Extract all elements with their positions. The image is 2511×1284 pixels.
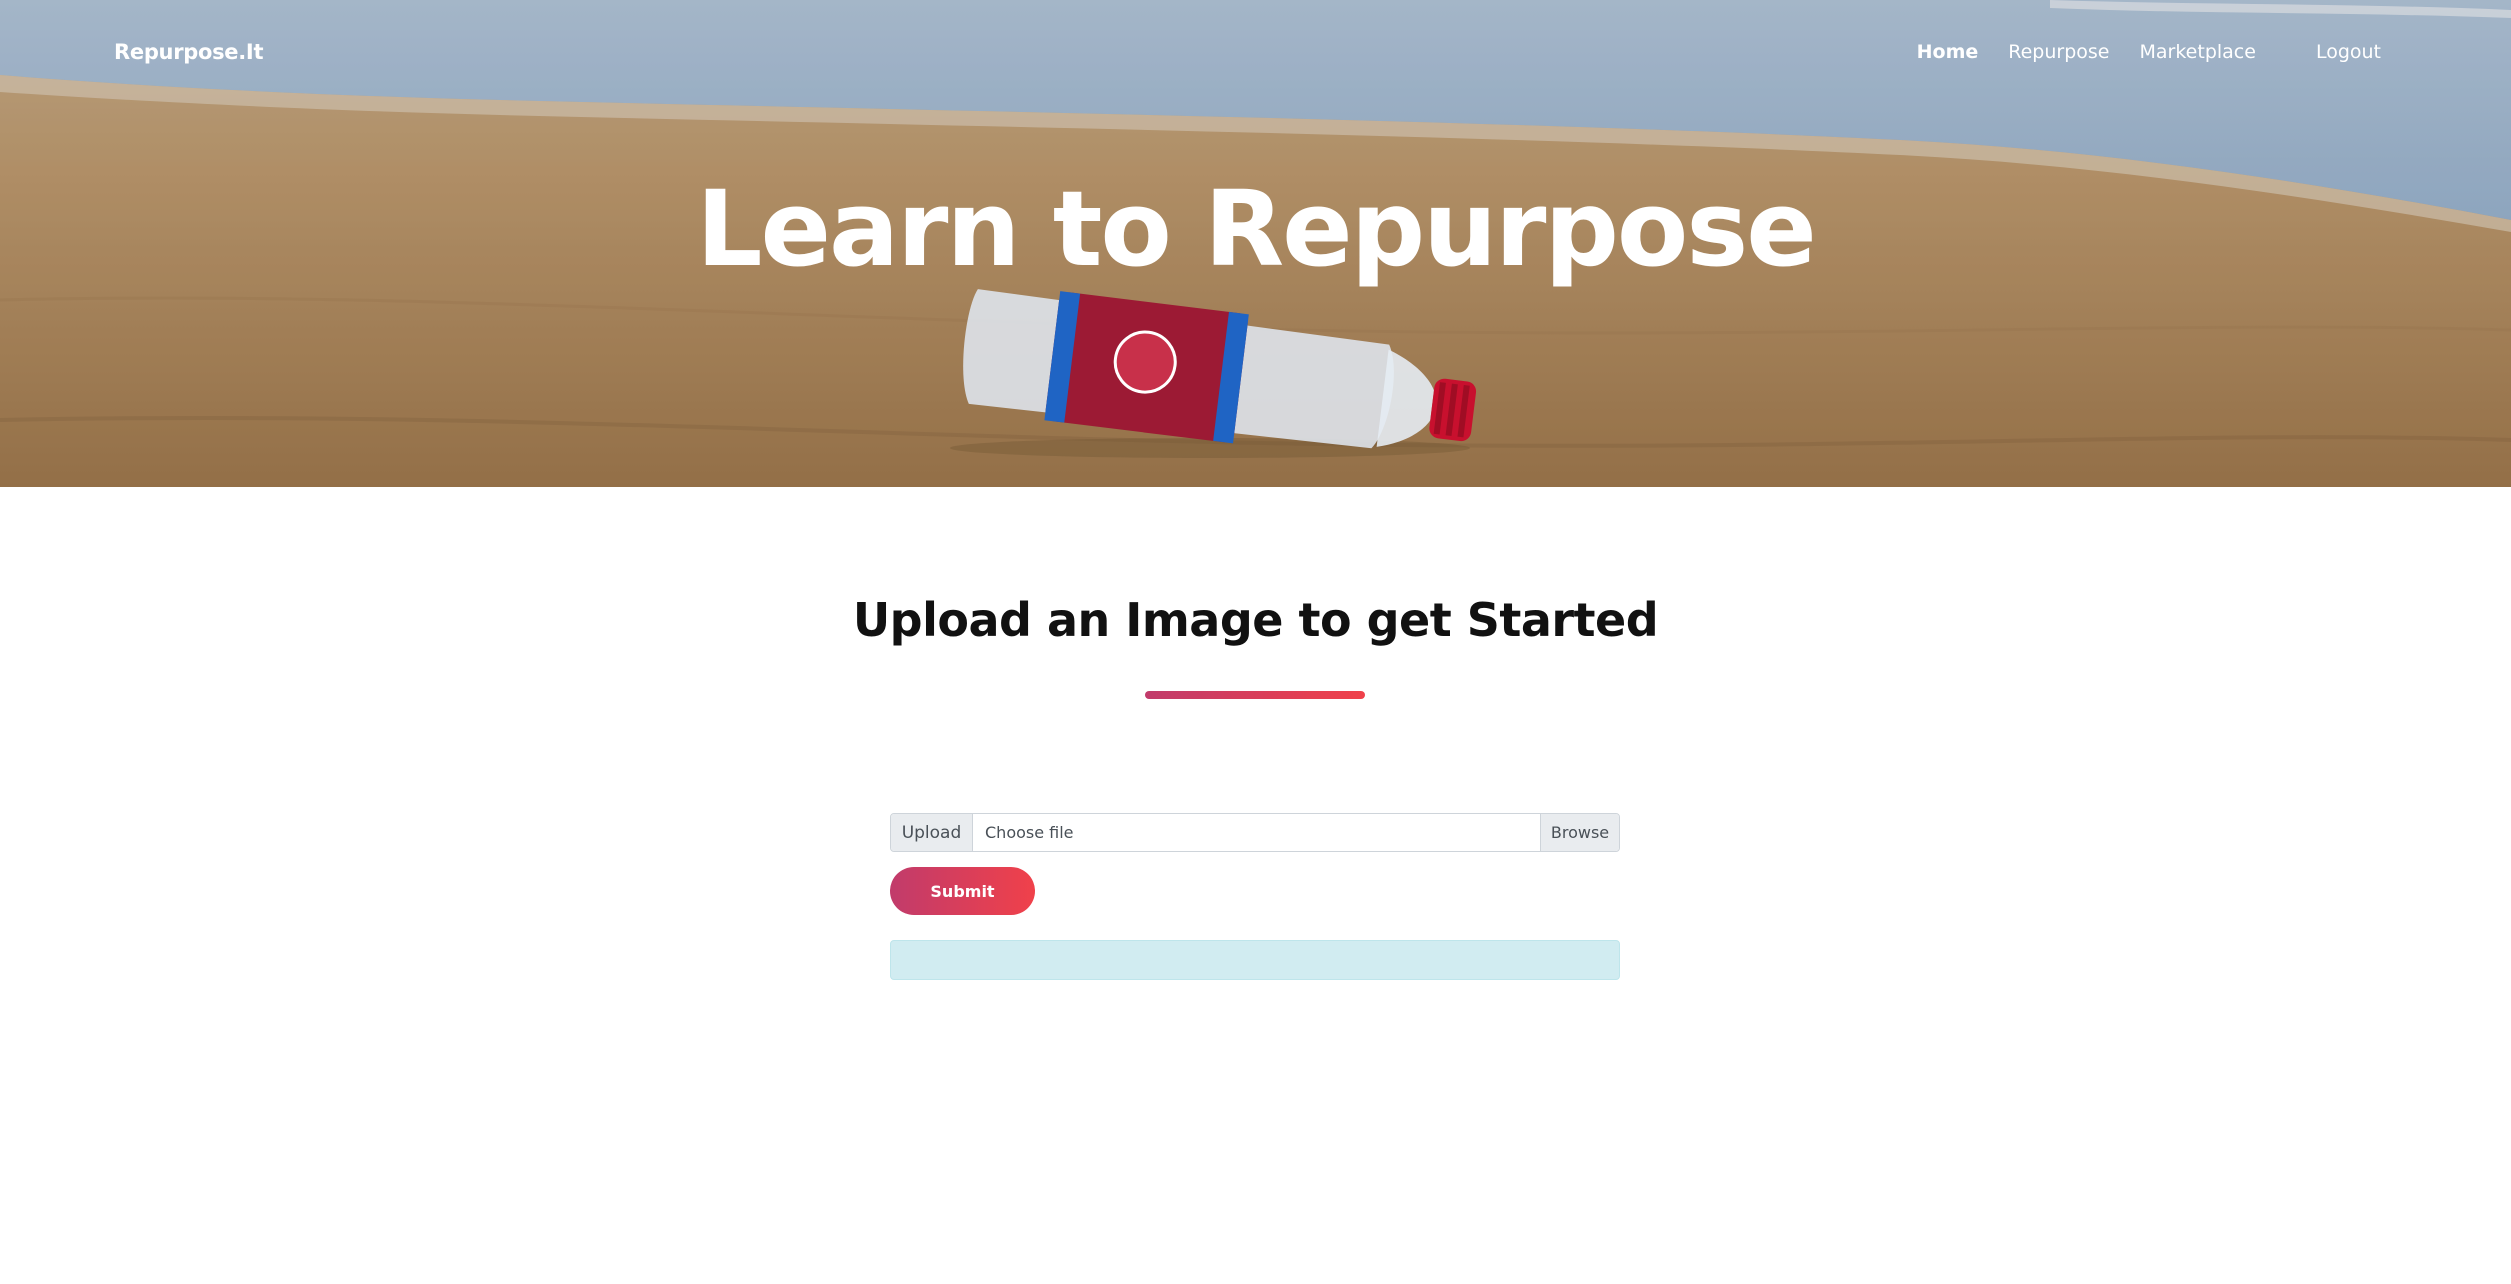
title-underline (1145, 691, 1365, 699)
top-navbar: Repurpose.It Home Repurpose Marketplace … (0, 0, 2511, 108)
upload-prepend-label: Upload (891, 814, 973, 851)
nav-repurpose-link[interactable]: Repurpose (2008, 41, 2109, 63)
hero-banner: Repurpose.It Home Repurpose Marketplace … (0, 0, 2511, 487)
nav-links: Home Repurpose Marketplace Logout (1917, 41, 2381, 63)
file-upload-group: Upload Choose file Browse (890, 813, 1620, 852)
submit-button[interactable]: Submit (890, 867, 1035, 915)
brand-logo[interactable]: Repurpose.It (114, 40, 263, 64)
main-content: Upload an Image to get Started Upload Ch… (0, 487, 2511, 1284)
browse-button[interactable]: Browse (1540, 814, 1619, 851)
hero-title: Learn to Repurpose (696, 168, 1817, 290)
file-input[interactable]: Choose file (973, 814, 1540, 851)
section-title: Upload an Image to get Started (852, 593, 1659, 647)
result-alert (890, 940, 1620, 980)
nav-marketplace-link[interactable]: Marketplace (2140, 41, 2256, 63)
nav-home-link[interactable]: Home (1917, 41, 1979, 63)
nav-logout-link[interactable]: Logout (2316, 41, 2381, 63)
